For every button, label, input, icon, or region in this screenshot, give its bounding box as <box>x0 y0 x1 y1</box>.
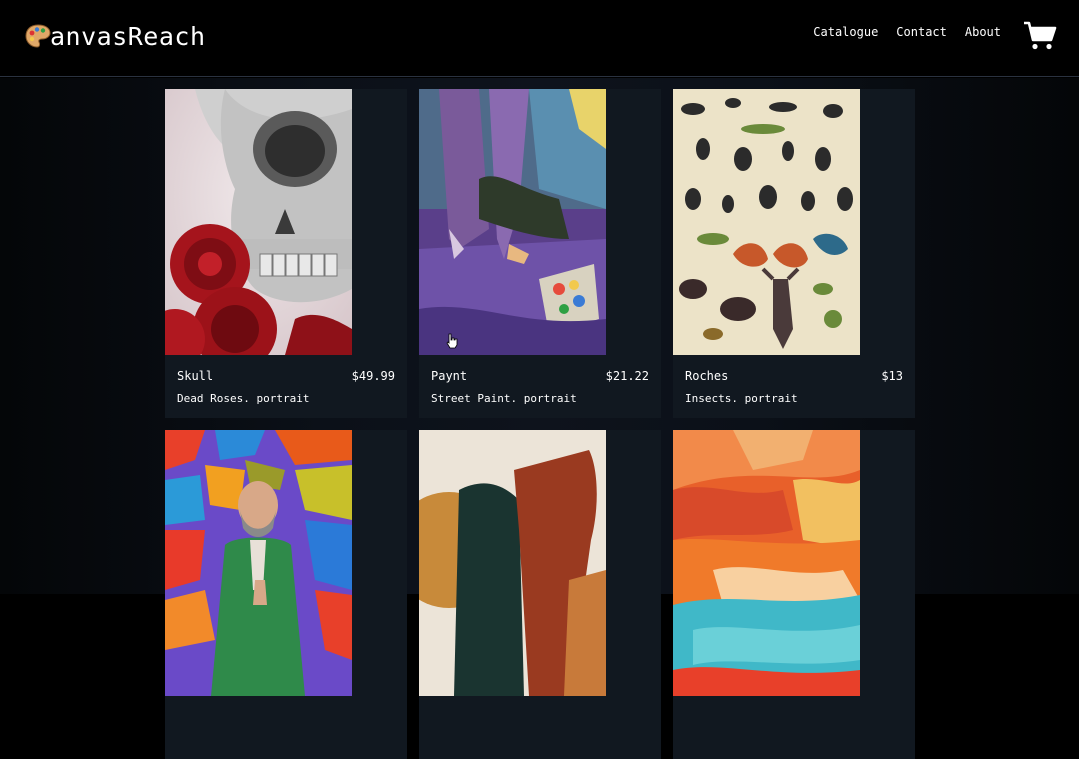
product-card[interactable] <box>419 430 661 759</box>
product-description: Dead Roses. portrait <box>177 392 310 405</box>
product-image[interactable] <box>673 430 860 696</box>
product-image[interactable] <box>419 430 606 696</box>
product-grid: Skull $49.99 Dead Roses. portrait Paynt … <box>165 89 915 759</box>
nav-catalogue[interactable]: Catalogue <box>813 25 878 39</box>
palette-icon <box>24 23 52 49</box>
product-card[interactable]: Skull $49.99 Dead Roses. portrait <box>165 89 407 418</box>
product-price: $13 <box>881 369 903 383</box>
product-image[interactable] <box>673 89 860 355</box>
product-card[interactable]: Paynt $21.22 Street Paint. portrait <box>419 89 661 418</box>
product-image[interactable] <box>165 430 352 696</box>
site-header: anvasReach Catalogue Contact About <box>0 0 1079 77</box>
shopping-cart-icon[interactable] <box>1023 20 1057 52</box>
product-description: Insects. portrait <box>685 392 798 405</box>
product-name: Paynt <box>431 369 468 383</box>
product-card[interactable]: Roches $13 Insects. portrait <box>673 89 915 418</box>
brand-logo[interactable]: anvasReach <box>24 20 206 52</box>
nav-contact[interactable]: Contact <box>896 25 947 39</box>
main-nav: Catalogue Contact About <box>813 23 1001 41</box>
brand-name: anvasReach <box>50 21 206 51</box>
nav-about[interactable]: About <box>965 25 1001 39</box>
catalogue-area: Skull $49.99 Dead Roses. portrait Paynt … <box>0 78 1079 759</box>
product-price: $49.99 <box>351 369 395 383</box>
product-name: Roches <box>685 369 729 383</box>
product-image[interactable] <box>419 89 606 355</box>
product-name: Skull <box>177 369 214 383</box>
product-description: Street Paint. portrait <box>431 392 577 405</box>
product-image[interactable] <box>165 89 352 355</box>
product-price: $21.22 <box>605 369 649 383</box>
product-card[interactable] <box>165 430 407 759</box>
hand-cursor-icon <box>446 333 458 349</box>
product-card[interactable] <box>673 430 915 759</box>
